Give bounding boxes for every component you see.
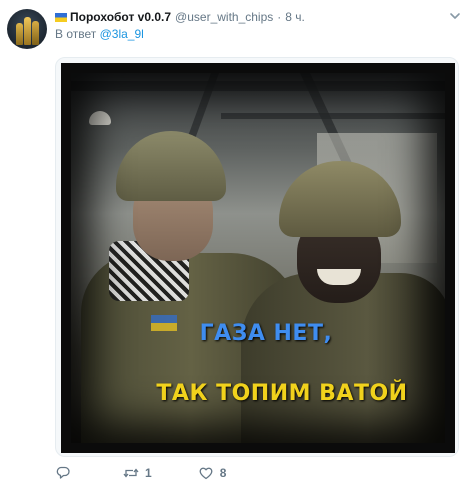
- separator: ·: [277, 10, 282, 24]
- chevron-down-icon[interactable]: [449, 10, 461, 22]
- caption-line-2: ТАК ТОПИМ ВАТОЙ: [156, 381, 408, 406]
- retweet-button[interactable]: 1: [123, 465, 152, 481]
- reply-button[interactable]: [55, 465, 77, 481]
- like-button[interactable]: 8: [198, 465, 227, 481]
- avatar-shell: [24, 17, 31, 45]
- ukraine-flag-icon: [55, 12, 67, 22]
- tweet-actions: 1 8: [55, 463, 272, 483]
- avatar[interactable]: [7, 9, 47, 49]
- photo: ГАЗА НЕТ, ТАК ТОПИМ ВАТОЙ: [61, 63, 455, 453]
- avatar-shell: [16, 23, 23, 45]
- like-count: 8: [219, 466, 227, 480]
- tweet-header: Порохобот v0.0.7 @user_with_chips · 8 ч.: [55, 9, 305, 25]
- caption-line-1: ГАЗА НЕТ,: [199, 321, 333, 346]
- author-name[interactable]: Порохобот v0.0.7: [70, 10, 171, 24]
- tweet-media[interactable]: ГАЗА НЕТ, ТАК ТОПИМ ВАТОЙ: [55, 57, 459, 457]
- like-icon: [199, 467, 213, 480]
- reply-to-link[interactable]: @3la_9l: [100, 27, 144, 41]
- reply-prefix: В ответ: [55, 27, 97, 41]
- reply-context: В ответ @3la_9l: [55, 27, 144, 41]
- retweet-count: 1: [145, 466, 152, 480]
- tweet: Порохобот v0.0.7 @user_with_chips · 8 ч.…: [0, 0, 473, 484]
- author-handle[interactable]: @user_with_chips: [175, 10, 273, 24]
- timestamp[interactable]: 8 ч.: [285, 10, 305, 24]
- retweet-icon: [123, 468, 139, 478]
- avatar-shell: [32, 21, 39, 45]
- reply-icon: [56, 466, 70, 479]
- photo-scene: ГАЗА НЕТ, ТАК ТОПИМ ВАТОЙ: [71, 73, 445, 443]
